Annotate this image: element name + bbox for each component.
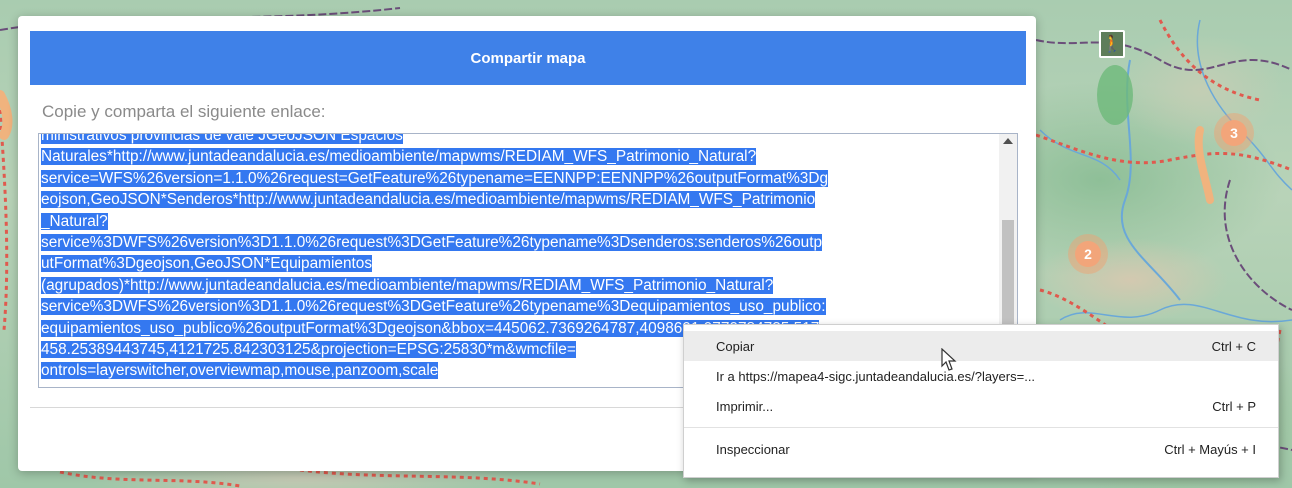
map-cluster-marker[interactable]: 2 [1068,234,1108,274]
menu-separator [684,427,1278,428]
menu-item-label: Imprimir... [716,398,774,414]
menu-item-shortcut: Ctrl + C [1211,338,1256,354]
context-menu-item-go-to[interactable]: Ir a https://mapea4-sigc.juntadeandaluci… [684,361,1278,391]
dialog-title: Compartir mapa [30,31,1026,85]
menu-item-shortcut: Ctrl + Mayús + I [1164,441,1256,457]
context-menu-item-print[interactable]: Imprimir... Ctrl + P [684,391,1278,421]
map-cluster-marker[interactable]: 3 [1214,113,1254,153]
share-link-line: service%3DWFS%26version%3D1.1.0%26reques… [41,234,823,252]
share-link-line: (agrupados)*http://www.juntadeandalucia.… [41,276,774,294]
context-menu: Copiar Ctrl + C Ir a https://mapea4-sigc… [683,324,1279,478]
share-link-line: _Natural? [41,212,108,230]
menu-item-label: Inspeccionar [716,441,790,457]
share-link-line: ministrativos provincias de vale JGeoJSO… [41,134,997,146]
share-link-line: Naturales*http://www.juntadeandalucia.es… [41,148,757,166]
mouse-cursor-icon [941,348,957,371]
menu-item-label: Copiar [716,338,755,354]
scroll-up-arrow-icon[interactable] [1003,138,1013,144]
menu-item-label: Ir a https://mapea4-sigc.juntadeandaluci… [716,368,1036,384]
share-link-line: service=WFS%26version=1.1.0%26request=Ge… [41,169,829,187]
hiking-person-icon[interactable]: 🚶 [1099,30,1125,58]
context-menu-item-inspect[interactable]: Inspeccionar Ctrl + Mayús + I [684,434,1278,464]
share-link-label: Copie y comparta el siguiente enlace: [42,102,326,121]
share-link-line: service%3DWFS%26version%3D1.1.0%26reques… [41,298,826,316]
scrollbar-thumb[interactable] [1002,220,1014,330]
menu-item-shortcut: Ctrl + P [1212,398,1256,414]
share-link-line: utFormat%3Dgeojson,GeoJSON*Equipamientos [41,255,373,273]
share-link-line: eojson,GeoJSON*Senderos*http://www.junta… [41,191,816,209]
context-menu-item-copy[interactable]: Copiar Ctrl + C [684,331,1278,361]
